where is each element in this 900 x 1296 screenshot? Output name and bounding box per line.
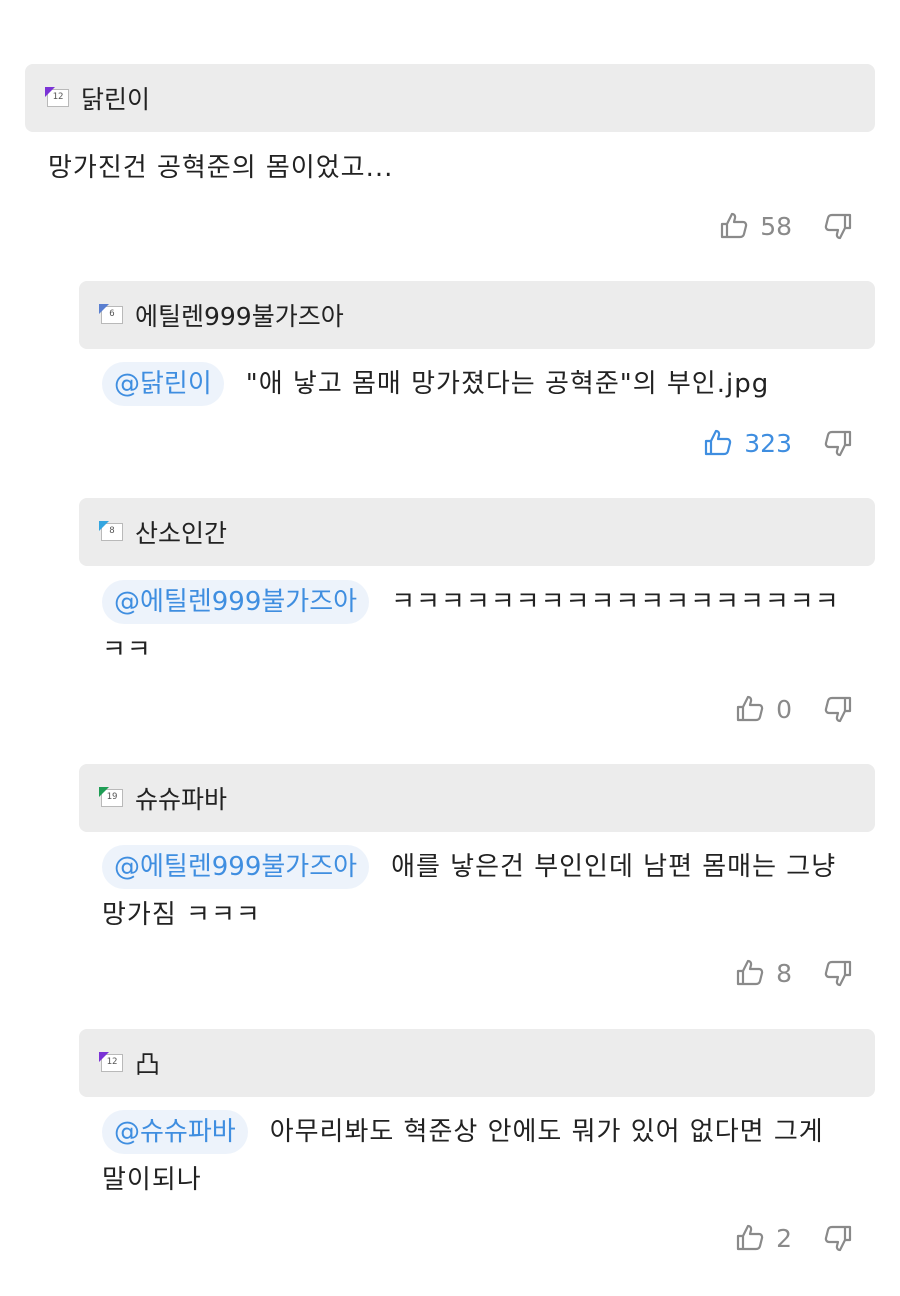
nickname[interactable]: 닭린이 (81, 80, 150, 116)
comment-text: @에틸렌999불가즈아 ㅋㅋㅋㅋㅋㅋㅋㅋㅋㅋㅋㅋㅋㅋㅋㅋㅋㅋㅋㅋ (102, 578, 862, 674)
level-corner (99, 787, 109, 797)
comment-actions: 2 (734, 1218, 854, 1258)
comment-text: @닭린이 "애 낳고 몸매 망가졌다는 공혁준"의 부인.jpg (102, 360, 872, 408)
like-count: 8 (776, 958, 792, 988)
level-badge-icon: 12 (45, 87, 71, 109)
thumbs-up-icon[interactable] (734, 693, 766, 725)
level-badge-icon: 6 (99, 304, 125, 326)
thumbs-up-icon[interactable] (734, 1222, 766, 1254)
level-corner (99, 304, 109, 314)
comment-header: 6 에틸렌999불가즈아 (79, 281, 875, 349)
nickname[interactable]: 凸 (135, 1045, 160, 1081)
comment-header: 8 산소인간 (79, 498, 875, 566)
comment-body: 망가진건 공혁준의 몸이었고... (48, 153, 394, 183)
comment-actions: 0 (734, 689, 854, 729)
like-count: 0 (776, 694, 792, 724)
nickname[interactable]: 산소인간 (135, 514, 227, 550)
like-count: 2 (776, 1223, 792, 1253)
thumbs-down-icon[interactable] (822, 957, 854, 989)
mention-tag[interactable]: @닭린이 (102, 362, 224, 406)
comment-body: "애 낳고 몸매 망가졌다는 공혁준"의 부인.jpg (245, 369, 770, 399)
comment-text: 망가진건 공혁준의 몸이었고... (48, 144, 858, 192)
thumbs-up-icon[interactable] (734, 957, 766, 989)
like-count: 58 (760, 211, 792, 241)
comment-text: @에틸렌999불가즈아 애를 낳은건 부인인데 남편 몸매는 그냥 망가짐 ㅋㅋㅋ (102, 843, 872, 939)
comment-actions: 323 (702, 423, 854, 463)
thumbs-down-icon[interactable] (822, 427, 854, 459)
level-badge-icon: 19 (99, 787, 125, 809)
mention-tag[interactable]: @슈슈파바 (102, 1110, 248, 1154)
nickname[interactable]: 에틸렌999불가즈아 (135, 297, 344, 333)
thumbs-up-icon[interactable] (702, 427, 734, 459)
thumbs-down-icon[interactable] (822, 1222, 854, 1254)
like-count: 323 (744, 428, 792, 458)
comment-actions: 8 (734, 953, 854, 993)
mention-tag[interactable]: @에틸렌999불가즈아 (102, 845, 370, 889)
level-badge-icon: 12 (99, 1052, 125, 1074)
comment-text: @슈슈파바 아무리봐도 혁준상 안에도 뭐가 있어 없다면 그게 말이되나 (102, 1108, 872, 1204)
comment-header: 12 凸 (79, 1029, 875, 1097)
thumbs-down-icon[interactable] (822, 210, 854, 242)
nickname[interactable]: 슈슈파바 (135, 780, 227, 816)
level-corner (45, 87, 55, 97)
level-corner (99, 1052, 109, 1062)
thumbs-down-icon[interactable] (822, 693, 854, 725)
level-corner (99, 521, 109, 531)
level-badge-icon: 8 (99, 521, 125, 543)
thumbs-up-icon[interactable] (718, 210, 750, 242)
comment-actions: 58 (718, 206, 854, 246)
comment-header: 12 닭린이 (25, 64, 875, 132)
comment-header: 19 슈슈파바 (79, 764, 875, 832)
mention-tag[interactable]: @에틸렌999불가즈아 (102, 580, 370, 624)
